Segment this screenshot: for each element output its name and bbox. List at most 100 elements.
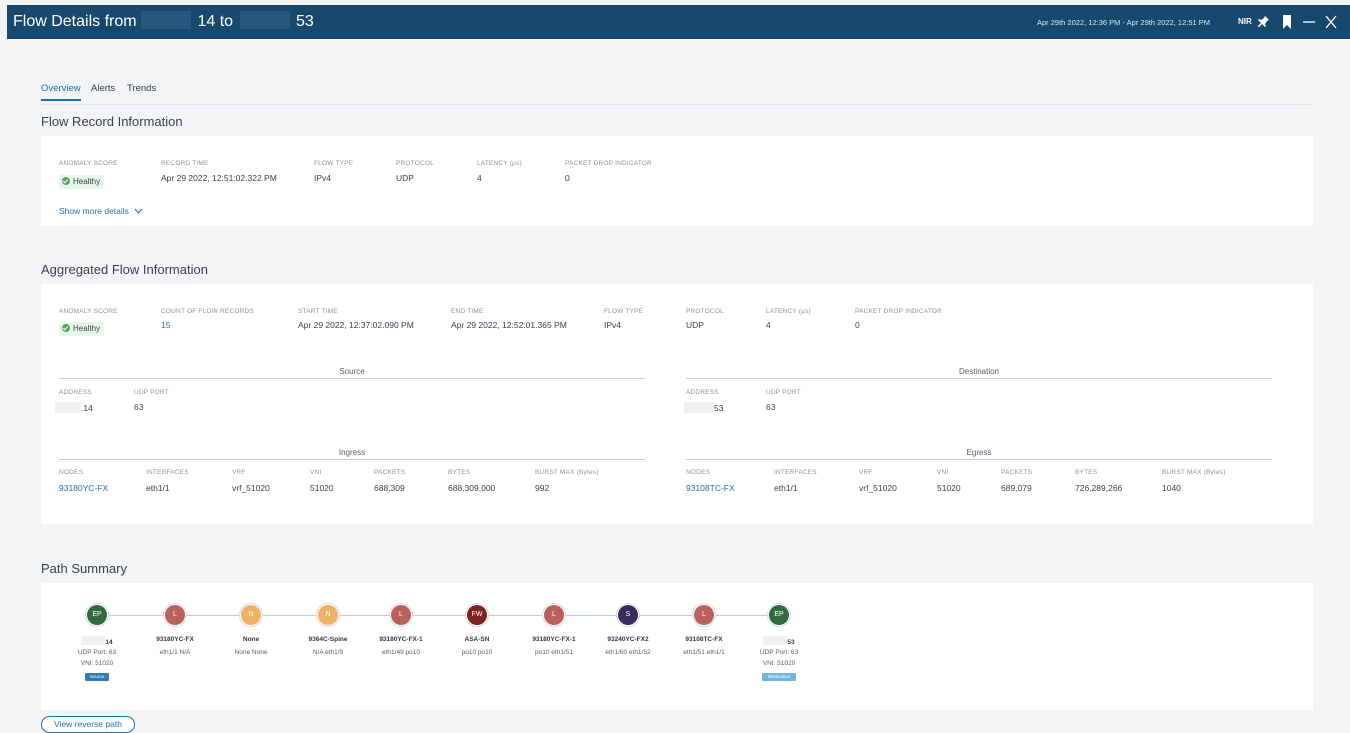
agg-protocol-value: UDP — [686, 320, 704, 330]
path-node-vni: VNI: 51020 — [762, 660, 796, 667]
path-node-icon: S — [618, 605, 638, 625]
redacted-address — [81, 636, 106, 645]
status-badge: Healthy — [59, 175, 105, 189]
destination-address-value: 53 — [684, 402, 723, 413]
latency-value: 4 — [477, 173, 482, 183]
path-node-icon: N — [241, 605, 261, 625]
tab-alerts[interactable]: Alerts — [91, 83, 115, 99]
path-node-interfaces: eth1/1 N/A — [159, 649, 191, 656]
tab-overview[interactable]: Overview — [41, 83, 81, 101]
path-node-vni: VNI: 51020 — [80, 660, 114, 667]
destination-address-label: ADDRESS — [686, 389, 719, 396]
egress-col-packets: PACKETS — [1001, 469, 1033, 476]
source-port-value: 63 — [134, 402, 144, 412]
path-node-name-text: 93108TC-FX — [685, 636, 723, 643]
path-node-icon: L — [165, 605, 185, 625]
flow-type-label: FLOW TYPE — [314, 160, 354, 167]
title-src: 14 to — [197, 13, 234, 30]
path-node-icon: N — [318, 605, 338, 625]
redacted-address — [141, 11, 192, 29]
ingress-burst: 992 — [535, 483, 550, 493]
ingress-divider — [59, 459, 645, 460]
drop-value: 0 — [565, 173, 570, 183]
path-node-name-text: 9364C-Spine — [308, 636, 348, 643]
redacted-address — [763, 636, 788, 645]
path-node-name-text: 93180YC-FX — [156, 636, 194, 643]
agg-latency-label: LATENCY (µs) — [766, 308, 811, 315]
protocol-value: UDP — [396, 173, 414, 183]
ingress-col-vni: VNI — [310, 469, 322, 476]
path-node-icon: FW — [467, 605, 487, 625]
show-more-label: Show more details — [59, 206, 129, 216]
record-time-label: RECORD TIME — [161, 160, 209, 167]
title-prefix: Flow Details from — [13, 13, 137, 30]
ingress-col-burst: BURST MAX (Bytes) — [535, 469, 599, 476]
egress-interface: eth1/1 — [774, 483, 798, 493]
ingress-col-bytes: BYTES — [448, 469, 471, 476]
ingress-bytes: 688,309,000 — [448, 483, 496, 493]
window-title: Flow Details from 14 to 53 — [13, 11, 316, 31]
path-node-name-text: 53 — [787, 639, 795, 646]
agg-end-label: END TIME — [451, 308, 484, 315]
tab-trends[interactable]: Trends — [127, 83, 156, 99]
source-address-label: ADDRESS — [59, 389, 92, 396]
egress-col-burst: BURST MAX (Bytes) — [1162, 469, 1226, 476]
path-node-name-text: ASA-SN — [464, 636, 490, 643]
ingress-col-vrf: VRF — [232, 469, 246, 476]
destination-address-text: 53 — [714, 403, 724, 413]
minimize-icon[interactable] — [1301, 13, 1317, 31]
latency-label: LATENCY (µs) — [477, 160, 522, 167]
destination-port-label: UDP PORT — [766, 389, 801, 396]
close-icon[interactable] — [1323, 13, 1339, 31]
egress-node-link[interactable]: 93108TC-FX — [686, 483, 735, 493]
view-reverse-path-button[interactable]: View reverse path — [41, 716, 135, 733]
path-node-icon: L — [391, 605, 411, 625]
path-node-name: ASA-SN — [437, 636, 517, 643]
redacted-address — [55, 402, 81, 413]
path-node-name: 93180YC-FX — [135, 636, 215, 643]
egress-col-interfaces: INTERFACES — [774, 469, 817, 476]
egress-vni: 51020 — [937, 483, 961, 493]
path-node-name: 14 — [57, 636, 137, 646]
ingress-node-link[interactable]: 93180YC-FX — [59, 483, 108, 493]
path-node-name-text: 93180YC-FX-1 — [532, 636, 576, 643]
source-address-value: .14 — [55, 402, 93, 413]
egress-bytes: 726,289,266 — [1075, 483, 1123, 493]
path-summary-title: Path Summary — [41, 561, 127, 576]
ingress-interface: eth1/1 — [146, 483, 170, 493]
ingress-vni: 51020 — [310, 483, 334, 493]
healthy-icon — [62, 177, 70, 185]
egress-col-nodes: NODES — [686, 469, 711, 476]
ingress-col-nodes: NODES — [59, 469, 84, 476]
destination-port-value: 63 — [766, 402, 776, 412]
flow-record-title: Flow Record Information — [41, 114, 183, 129]
path-node-interfaces: eth1/49 po10 — [382, 649, 420, 656]
pin-icon[interactable] — [1256, 13, 1272, 31]
agg-flow-type-value: IPv4 — [604, 320, 622, 330]
egress-packets: 689,079 — [1001, 483, 1032, 493]
path-node-interfaces: eth1/60 eth1/52 — [605, 649, 651, 656]
aggregated-card: ANOMALY SCORE COUNT OF FLOW RECORDS STAR… — [41, 284, 1313, 524]
flow-records-count-link[interactable]: 15 — [161, 320, 170, 330]
path-node-icon: EP — [87, 605, 107, 625]
site-label[interactable]: NIR — [1238, 17, 1252, 26]
start-time-value: Apr 29 2022, 12:37:02.090 PM — [298, 320, 414, 330]
window-header: Flow Details from 14 to 53 Apr 29th 2022… — [7, 5, 1350, 39]
time-range[interactable]: Apr 29th 2022, 12:36 PM - Apr 29th 2022,… — [1037, 18, 1210, 27]
tab-bar: Overview Alerts Trends — [41, 83, 1311, 105]
show-more-details-link[interactable]: Show more details — [59, 206, 143, 216]
bookmark-icon[interactable] — [1279, 13, 1295, 31]
source-tag: Source — [85, 673, 109, 681]
title-dst: 53 — [295, 13, 314, 30]
egress-col-vni: VNI — [937, 469, 949, 476]
source-divider — [59, 378, 645, 379]
path-node-interfaces: po10 eth1/51 — [535, 649, 573, 656]
ingress-group-title: Ingress — [338, 448, 366, 457]
path-node-name: 93108TC-FX — [664, 636, 744, 643]
agg-count-label: COUNT OF FLOW RECORDS — [161, 308, 254, 315]
status-badge-text: Healthy — [73, 177, 101, 186]
flow-record-card: ANOMALY SCORE RECORD TIME FLOW TYPE PROT… — [41, 136, 1313, 226]
agg-anomaly-label: ANOMALY SCORE — [59, 308, 118, 315]
egress-vrf: vrf_51020 — [859, 483, 897, 493]
path-node-icon: L — [694, 605, 714, 625]
